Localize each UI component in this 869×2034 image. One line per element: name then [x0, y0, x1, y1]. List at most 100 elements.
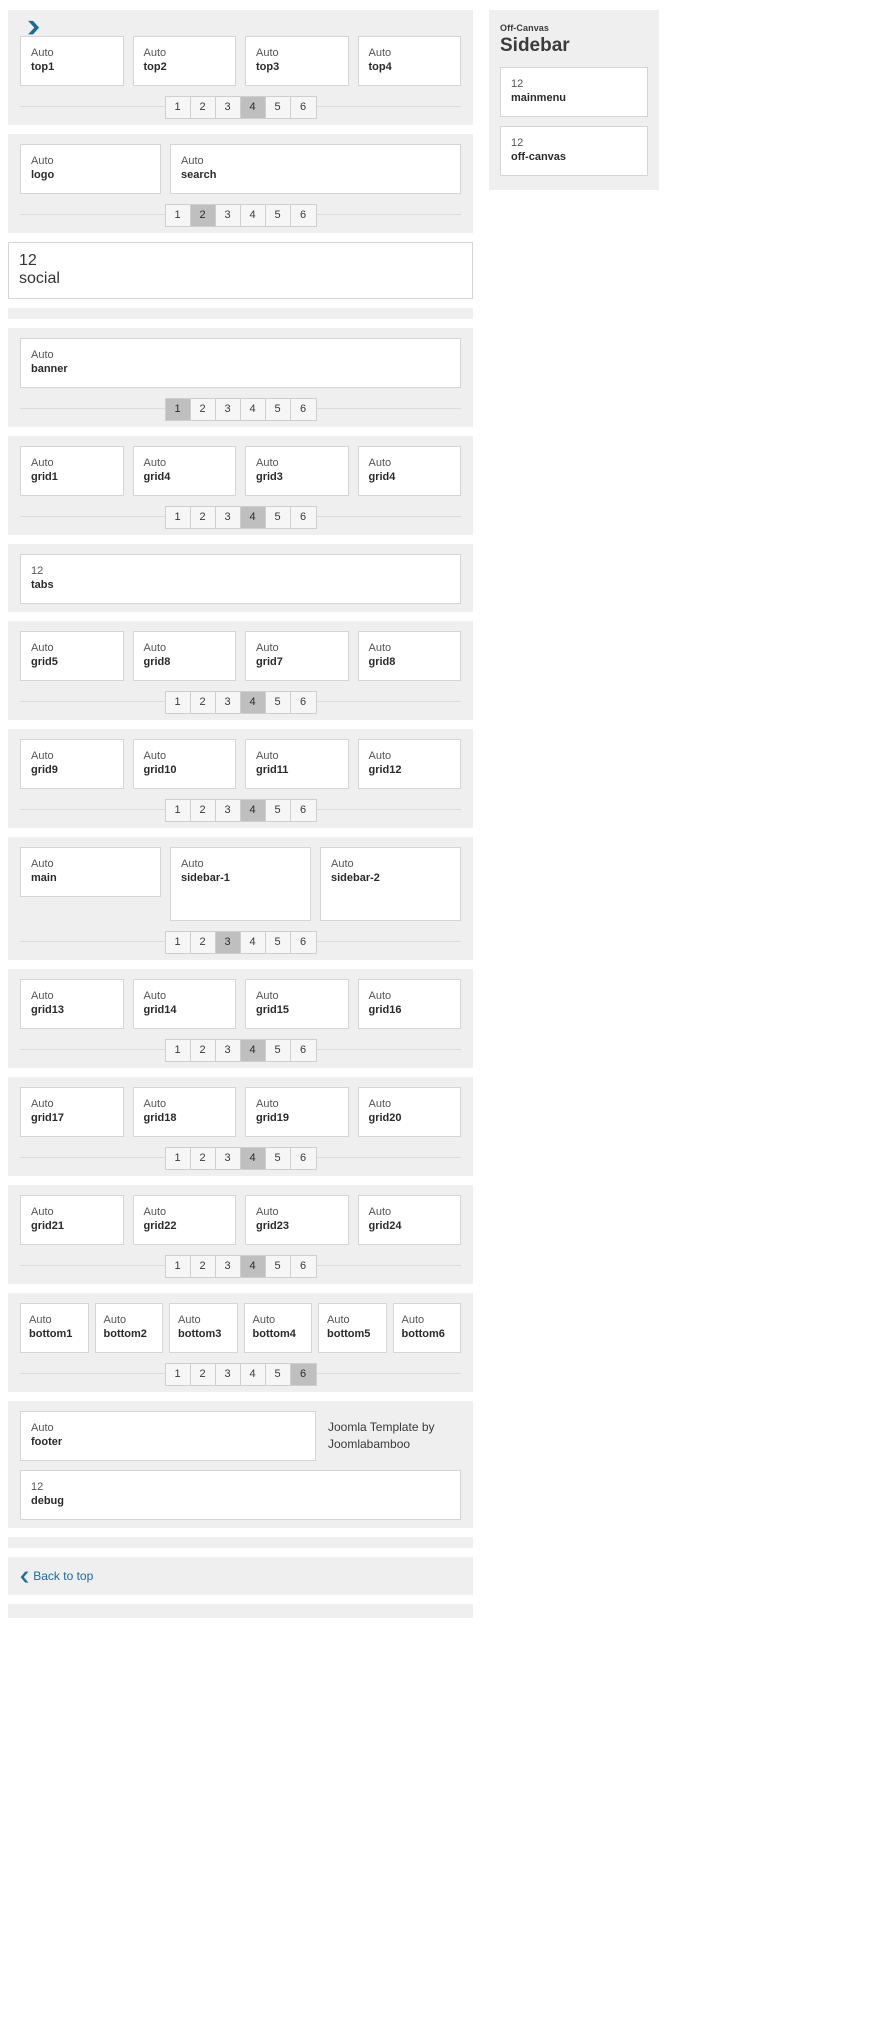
module-box[interactable]: Auto grid10: [132, 739, 236, 789]
picker-cell-3[interactable]: 3: [215, 1256, 241, 1277]
module-box[interactable]: Auto logo: [20, 144, 161, 194]
column-picker[interactable]: 1 2 3 4 5 6: [164, 506, 317, 529]
section-social[interactable]: 12 social: [8, 242, 473, 299]
picker-cell-2[interactable]: 2: [190, 1256, 216, 1277]
picker-cell-4[interactable]: 4: [240, 932, 266, 953]
module-box[interactable]: Auto grid4: [357, 446, 461, 496]
column-picker[interactable]: 1 2 3 4 5 6: [164, 1363, 317, 1386]
module-box[interactable]: Auto grid23: [245, 1195, 349, 1245]
picker-cell-3[interactable]: 3: [215, 1148, 241, 1169]
picker-cell-4[interactable]: 4: [240, 1364, 266, 1385]
picker-cell-5[interactable]: 5: [265, 692, 291, 713]
picker-cell-1[interactable]: 1: [165, 1256, 191, 1277]
module-box[interactable]: Auto grid19: [245, 1087, 349, 1137]
chevron-down-icon[interactable]: ❯: [26, 20, 41, 34]
picker-cell-5[interactable]: 5: [265, 932, 291, 953]
picker-cell-4[interactable]: 4: [240, 1256, 266, 1277]
column-picker[interactable]: 1 2 3 4 5 6: [164, 799, 317, 822]
picker-cell-5[interactable]: 5: [265, 399, 291, 420]
picker-cell-2[interactable]: 2: [190, 1364, 216, 1385]
module-box[interactable]: Auto bottom4: [243, 1303, 312, 1353]
picker-cell-6[interactable]: 6: [290, 1364, 316, 1385]
module-box[interactable]: Auto grid12: [357, 739, 461, 789]
picker-cell-3[interactable]: 3: [215, 932, 241, 953]
module-box[interactable]: Auto bottom1: [20, 1303, 89, 1353]
picker-cell-3[interactable]: 3: [215, 1364, 241, 1385]
back-to-top-link[interactable]: ❮ Back to top: [19, 1569, 94, 1583]
picker-cell-5[interactable]: 5: [265, 1364, 291, 1385]
column-picker[interactable]: 1 2 3 4 5 6: [164, 1039, 317, 1062]
column-picker[interactable]: 1 2 3 4 5 6: [164, 1255, 317, 1278]
picker-cell-1[interactable]: 1: [165, 1148, 191, 1169]
module-box[interactable]: Auto grid14: [132, 979, 236, 1029]
module-box[interactable]: Auto top3: [245, 36, 349, 86]
picker-cell-2[interactable]: 2: [190, 932, 216, 953]
column-picker[interactable]: 1 2 3 4 5 6: [164, 96, 317, 119]
picker-cell-1[interactable]: 1: [165, 692, 191, 713]
picker-cell-5[interactable]: 5: [265, 97, 291, 118]
module-box[interactable]: Auto grid3: [245, 446, 349, 496]
picker-cell-4[interactable]: 4: [240, 97, 266, 118]
picker-cell-2[interactable]: 2: [190, 205, 216, 226]
picker-cell-1[interactable]: 1: [165, 399, 191, 420]
module-box[interactable]: Auto grid18: [132, 1087, 236, 1137]
picker-cell-4[interactable]: 4: [240, 692, 266, 713]
module-box[interactable]: Auto bottom5: [318, 1303, 387, 1353]
module-box[interactable]: Auto search: [170, 144, 461, 194]
module-box[interactable]: Auto top4: [357, 36, 461, 86]
picker-cell-5[interactable]: 5: [265, 1148, 291, 1169]
module-box[interactable]: 12 tabs: [20, 554, 461, 604]
module-box[interactable]: Auto grid13: [20, 979, 124, 1029]
picker-cell-6[interactable]: 6: [290, 932, 316, 953]
picker-cell-6[interactable]: 6: [290, 1148, 316, 1169]
picker-cell-5[interactable]: 5: [265, 800, 291, 821]
picker-cell-3[interactable]: 3: [215, 800, 241, 821]
picker-cell-1[interactable]: 1: [165, 800, 191, 821]
picker-cell-4[interactable]: 4: [240, 800, 266, 821]
module-box[interactable]: Auto sidebar-1: [170, 847, 311, 921]
module-box[interactable]: Auto grid1: [20, 446, 124, 496]
picker-cell-6[interactable]: 6: [290, 399, 316, 420]
picker-cell-6[interactable]: 6: [290, 1256, 316, 1277]
column-picker[interactable]: 1 2 3 4 5 6: [164, 691, 317, 714]
picker-cell-5[interactable]: 5: [265, 1256, 291, 1277]
picker-cell-2[interactable]: 2: [190, 97, 216, 118]
picker-cell-6[interactable]: 6: [290, 1040, 316, 1061]
picker-cell-5[interactable]: 5: [265, 507, 291, 528]
module-box[interactable]: Auto grid17: [20, 1087, 124, 1137]
column-picker[interactable]: 1 2 3 4 5 6: [164, 931, 317, 954]
picker-cell-6[interactable]: 6: [290, 97, 316, 118]
picker-cell-1[interactable]: 1: [165, 205, 191, 226]
module-box[interactable]: Auto main: [20, 847, 161, 897]
module-box[interactable]: Auto bottom2: [94, 1303, 163, 1353]
picker-cell-4[interactable]: 4: [240, 205, 266, 226]
picker-cell-3[interactable]: 3: [215, 507, 241, 528]
picker-cell-2[interactable]: 2: [190, 507, 216, 528]
module-box[interactable]: Auto sidebar-2: [320, 847, 461, 921]
column-picker[interactable]: 1 2 3 4 5 6: [164, 204, 317, 227]
module-box[interactable]: 12 debug: [20, 1470, 461, 1520]
module-box[interactable]: Auto top2: [132, 36, 236, 86]
picker-cell-1[interactable]: 1: [165, 1364, 191, 1385]
module-box[interactable]: Auto bottom3: [169, 1303, 238, 1353]
module-box[interactable]: Auto grid20: [357, 1087, 461, 1137]
picker-cell-3[interactable]: 3: [215, 692, 241, 713]
module-box[interactable]: Auto footer: [20, 1411, 316, 1461]
picker-cell-3[interactable]: 3: [215, 399, 241, 420]
picker-cell-3[interactable]: 3: [215, 97, 241, 118]
module-box[interactable]: Auto grid15: [245, 979, 349, 1029]
module-box[interactable]: Auto grid5: [20, 631, 124, 681]
picker-cell-5[interactable]: 5: [265, 1040, 291, 1061]
module-box[interactable]: 12 off-canvas: [500, 126, 648, 176]
module-box[interactable]: Auto grid16: [357, 979, 461, 1029]
picker-cell-6[interactable]: 6: [290, 800, 316, 821]
picker-cell-4[interactable]: 4: [240, 399, 266, 420]
module-box[interactable]: Auto grid8: [357, 631, 461, 681]
picker-cell-6[interactable]: 6: [290, 507, 316, 528]
picker-cell-6[interactable]: 6: [290, 692, 316, 713]
column-picker[interactable]: 1 2 3 4 5 6: [164, 1147, 317, 1170]
picker-cell-4[interactable]: 4: [240, 1148, 266, 1169]
picker-cell-4[interactable]: 4: [240, 1040, 266, 1061]
module-box[interactable]: Auto banner: [20, 338, 461, 388]
picker-cell-2[interactable]: 2: [190, 399, 216, 420]
